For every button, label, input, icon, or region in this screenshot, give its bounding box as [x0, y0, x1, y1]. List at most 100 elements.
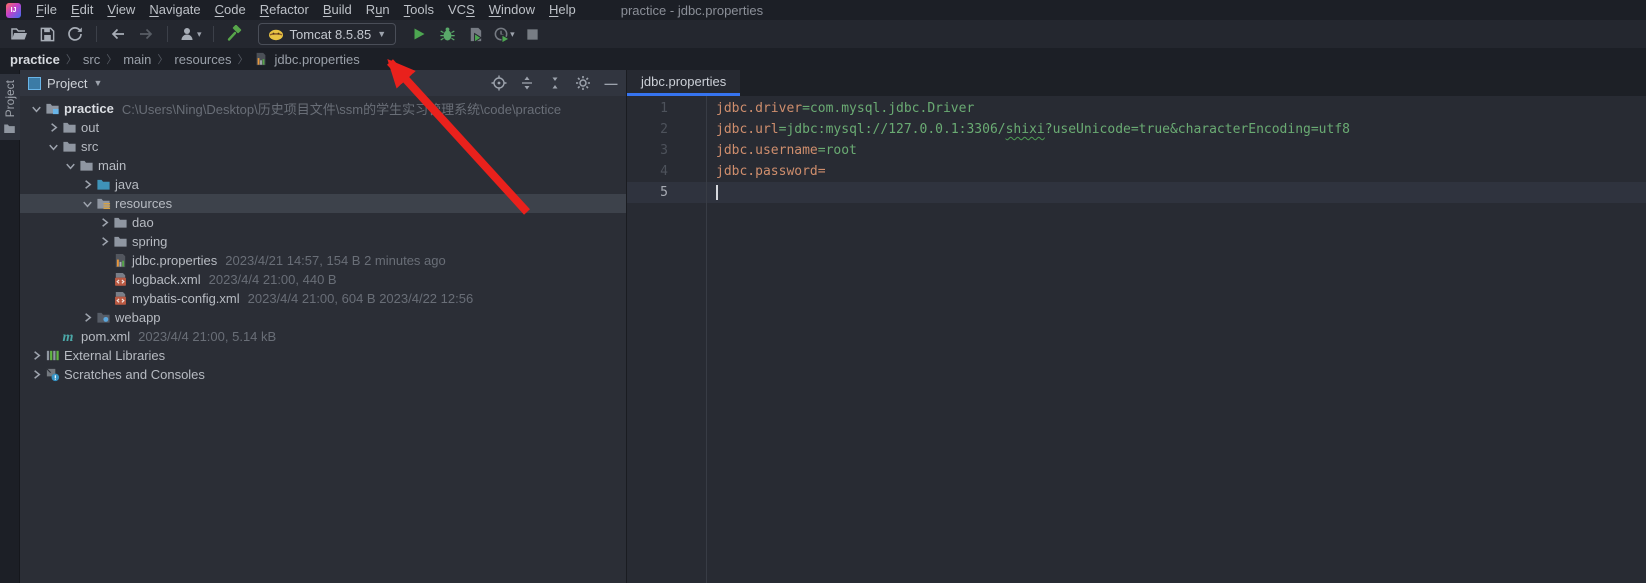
line-number: 3 — [627, 140, 706, 161]
run-icon — [411, 26, 427, 42]
menu-run[interactable]: Run — [359, 0, 397, 20]
stop-button[interactable] — [520, 22, 546, 46]
menu-navigate[interactable]: Navigate — [142, 0, 207, 20]
chevron-down-icon[interactable] — [62, 158, 78, 173]
run-configuration-label: Tomcat 8.5.85 — [290, 27, 372, 42]
run-with-coverage-icon — [467, 26, 484, 43]
ide-window: IJ FileEditViewNavigateCodeRefactorBuild… — [0, 0, 1646, 583]
settings-gear-icon[interactable] — [574, 74, 592, 92]
menu-vcs[interactable]: VCS — [441, 0, 482, 20]
property-key: jdbc.url — [716, 122, 779, 137]
chevron-right-icon[interactable] — [79, 310, 95, 325]
tab-jdbc-properties[interactable]: jdbc.properties — [627, 70, 740, 96]
menu-view[interactable]: View — [100, 0, 142, 20]
collapse-all-button[interactable] — [546, 74, 564, 92]
hide-panel-button[interactable]: — — [602, 74, 620, 92]
forward-button[interactable] — [133, 22, 159, 46]
breadcrumb: practice〉src〉main〉resources〉jdbc.propert… — [0, 48, 1646, 70]
line-number: 4 — [627, 161, 706, 182]
tree-row-dao[interactable]: dao — [20, 213, 626, 232]
back-button[interactable] — [105, 22, 131, 46]
chevron-right-icon[interactable] — [79, 177, 95, 192]
chevron-down-icon[interactable]: ▼ — [93, 78, 102, 88]
sync-button[interactable] — [62, 22, 88, 46]
code-line-2: jdbc.url=jdbc:mysql://127.0.0.1:3306/shi… — [716, 119, 1646, 140]
tree-row-out[interactable]: out — [20, 118, 626, 137]
tree-label: mybatis-config.xml — [132, 291, 240, 306]
toolbar-separator — [96, 26, 97, 42]
tree-row-practice[interactable]: practiceC:\Users\Ning\Desktop\历史项目文件\ssm… — [20, 99, 626, 118]
chevron-down-icon[interactable] — [45, 139, 61, 154]
editor-code[interactable]: jdbc.driver=com.mysql.jdbc.Driverjdbc.ur… — [708, 96, 1646, 583]
tree-label: logback.xml — [132, 272, 201, 287]
menu-help[interactable]: Help — [542, 0, 583, 20]
line-number: 1 — [627, 98, 706, 119]
chevron-right-icon[interactable] — [96, 234, 112, 249]
breadcrumb-item-jdbc-properties[interactable]: jdbc.properties — [274, 52, 359, 67]
chevron-right-icon[interactable] — [28, 348, 44, 363]
tree-row-spring[interactable]: spring — [20, 232, 626, 251]
tree-row-jdbc-properties[interactable]: jdbc.properties2023/4/21 14:57, 154 B 2 … — [20, 251, 626, 270]
tree-row-Scratches-and-Consoles[interactable]: Scratches and Consoles — [20, 365, 626, 384]
folder-icon — [112, 234, 129, 249]
select-opened-file-button[interactable] — [490, 74, 508, 92]
menu-code[interactable]: Code — [208, 0, 253, 20]
chevron-down-icon[interactable] — [79, 196, 95, 211]
menu-window[interactable]: Window — [482, 0, 542, 20]
xml-file-icon — [112, 272, 129, 287]
tree-row-src[interactable]: src — [20, 137, 626, 156]
chevron-right-icon[interactable] — [96, 215, 112, 230]
expand-all-button[interactable] — [518, 74, 536, 92]
tree-label: dao — [132, 215, 154, 230]
menu-refactor[interactable]: Refactor — [253, 0, 316, 20]
chevron-right-icon[interactable] — [28, 367, 44, 382]
tree-row-pom-xml[interactable]: mpom.xml2023/4/4 21:00, 5.14 kB — [20, 327, 626, 346]
property-value: shixi — [1006, 122, 1045, 137]
chevron-right-icon[interactable] — [45, 120, 61, 135]
breadcrumb-item-src[interactable]: src — [83, 52, 100, 67]
line-number: 5 — [627, 182, 706, 203]
tree-label: out — [81, 120, 99, 135]
tree-row-webapp[interactable]: webapp — [20, 308, 626, 327]
tree-row-main[interactable]: main — [20, 156, 626, 175]
tree-row-logback-xml[interactable]: logback.xml2023/4/4 21:00, 440 B — [20, 270, 626, 289]
breadcrumb-item-resources[interactable]: resources — [174, 52, 231, 67]
menu-file[interactable]: File — [29, 0, 64, 20]
tree-label: pom.xml — [81, 329, 130, 344]
tree-label: resources — [115, 196, 172, 211]
breadcrumb-separator: 〉 — [237, 51, 248, 67]
profiler-button[interactable]: ▾ — [490, 22, 518, 46]
collaborate-button[interactable]: ▾ — [176, 22, 205, 46]
maven-icon: m — [61, 329, 78, 344]
debug-button[interactable] — [434, 22, 460, 46]
run-button[interactable] — [406, 22, 432, 46]
chevron-down-icon[interactable] — [28, 101, 44, 116]
text-caret — [716, 185, 718, 200]
tree-row-java[interactable]: java — [20, 175, 626, 194]
editor-body[interactable]: 12345 jdbc.driver=com.mysql.jdbc.Driverj… — [627, 96, 1646, 583]
build-hammer-button[interactable] — [222, 22, 248, 46]
run-configuration-select[interactable]: Tomcat 8.5.85▼ — [258, 23, 397, 45]
tree-row-mybatis-config-xml[interactable]: mybatis-config.xml2023/4/4 21:00, 604 B … — [20, 289, 626, 308]
breadcrumb-item-practice[interactable]: practice — [10, 52, 60, 67]
tree-row-resources[interactable]: resources — [20, 194, 626, 213]
save-button[interactable] — [34, 22, 60, 46]
run-with-coverage-button[interactable] — [462, 22, 488, 46]
editor-gutter: 12345 — [627, 96, 707, 583]
property-value: jdbc:mysql://127.0.0.1:3306/ — [786, 122, 1005, 137]
xml-file-icon — [112, 291, 129, 306]
profiler-icon — [493, 26, 510, 43]
property-key: jdbc.driver — [716, 101, 802, 116]
project-panel-header: Project ▼ — — [20, 70, 626, 96]
editor-area: jdbc.properties 12345 jdbc.driver=com.my… — [627, 70, 1646, 583]
open-folder-button[interactable] — [6, 22, 32, 46]
menu-build[interactable]: Build — [316, 0, 359, 20]
tree-label: main — [98, 158, 126, 173]
breadcrumb-item-main[interactable]: main — [123, 52, 151, 67]
tree-row-External-Libraries[interactable]: External Libraries — [20, 346, 626, 365]
menu-edit[interactable]: Edit — [64, 0, 100, 20]
menu-tools[interactable]: Tools — [397, 0, 441, 20]
project-stripe-tab[interactable]: Project — [0, 74, 20, 140]
project-panel-title[interactable]: Project — [47, 76, 87, 91]
debug-icon — [439, 26, 456, 43]
